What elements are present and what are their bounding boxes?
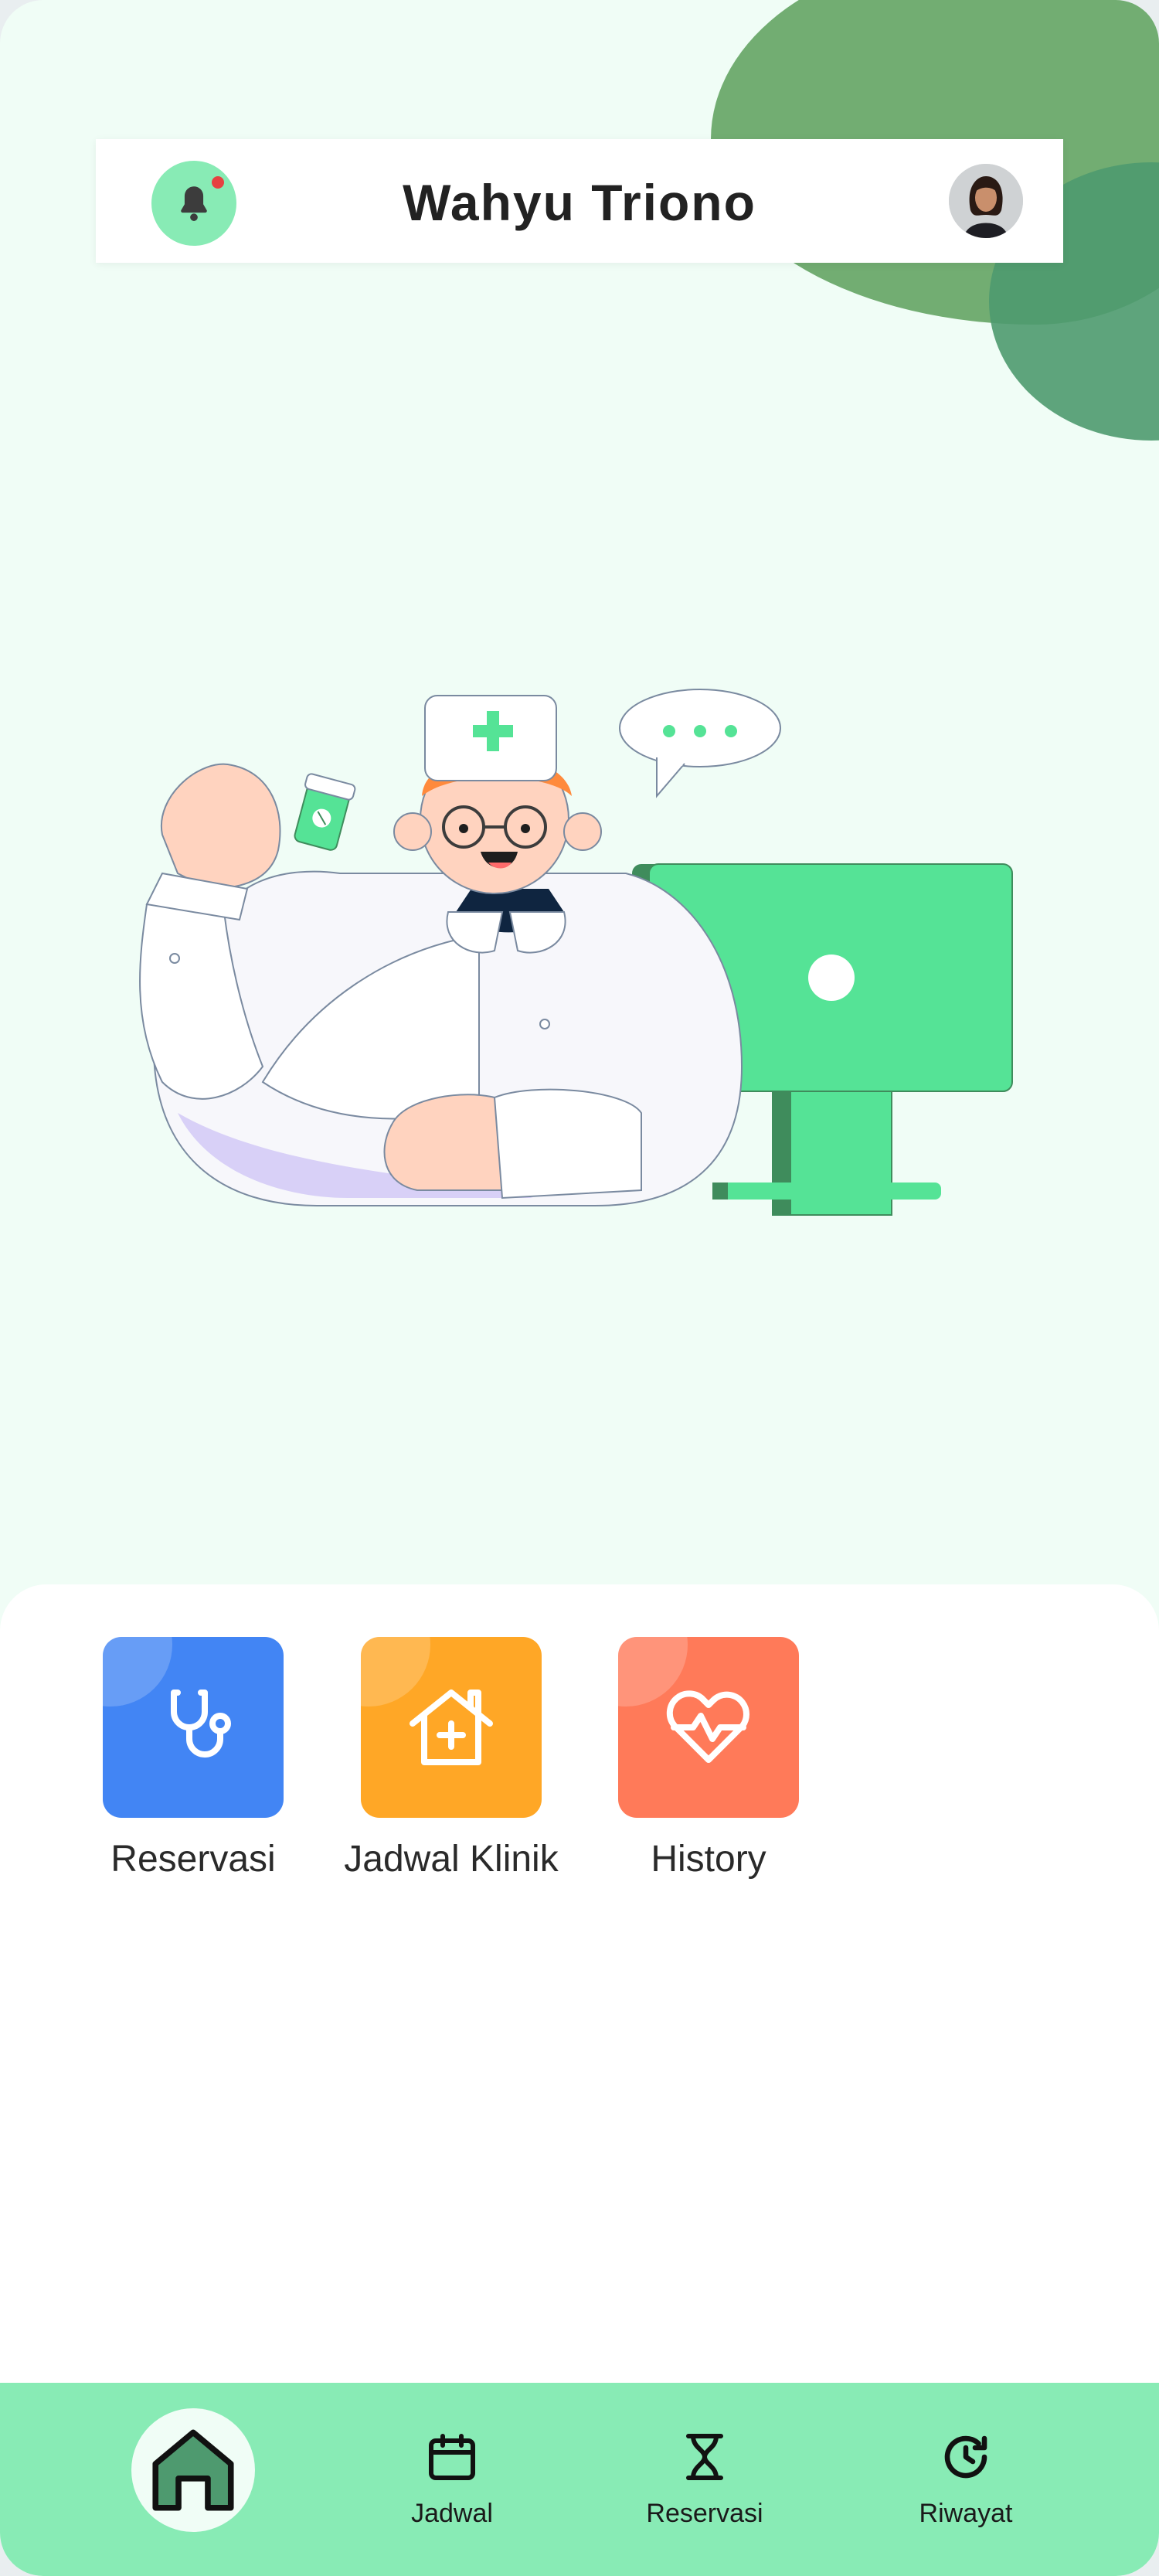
speech-bubble <box>619 689 781 798</box>
doctor-illustration <box>139 689 1013 1216</box>
stethoscope-icon <box>171 1690 231 1758</box>
avatar[interactable] <box>949 164 1023 238</box>
header-bar: Wahyu Triono <box>96 139 1063 263</box>
tile-reservasi[interactable]: Reservasi <box>103 1637 284 1880</box>
bell-icon <box>181 186 207 221</box>
doctor-figure <box>139 695 743 1206</box>
nav-home[interactable] <box>131 2408 255 2532</box>
tile-history-label: History <box>651 1839 766 1880</box>
home-icon <box>152 2429 234 2511</box>
user-name: Wahyu Triono <box>403 174 756 231</box>
calendar-icon <box>429 2434 475 2480</box>
notification-badge <box>212 176 224 189</box>
bottom-navbar: Jadwal Reservasi Riwayat <box>0 2383 1159 2576</box>
tile-history-box[interactable] <box>618 1637 799 1818</box>
nav-reservasi-label: Reservasi <box>646 2499 763 2528</box>
app-screen: Wahyu Triono Reservasi Jadwal Klinik His… <box>0 0 1159 2576</box>
nav-reservasi[interactable]: Reservasi <box>604 2383 805 2576</box>
notification-button[interactable] <box>151 161 236 246</box>
nav-jadwal[interactable]: Jadwal <box>352 2383 552 2576</box>
heart-pulse-icon <box>666 1690 749 1763</box>
clinic-house-icon <box>410 1690 493 1765</box>
history-icon <box>944 2435 987 2479</box>
tile-history[interactable]: History <box>618 1637 799 1880</box>
nav-jadwal-label: Jadwal <box>411 2499 493 2528</box>
tile-reservasi-box[interactable] <box>103 1637 284 1818</box>
nav-riwayat[interactable]: Riwayat <box>865 2383 1066 2576</box>
hourglass-icon <box>686 2434 723 2480</box>
nav-riwayat-label: Riwayat <box>919 2499 1013 2528</box>
tile-jadwal-klinik[interactable]: Jadwal Klinik <box>344 1637 559 1880</box>
tile-jadwal-klinik-box[interactable] <box>361 1637 542 1818</box>
